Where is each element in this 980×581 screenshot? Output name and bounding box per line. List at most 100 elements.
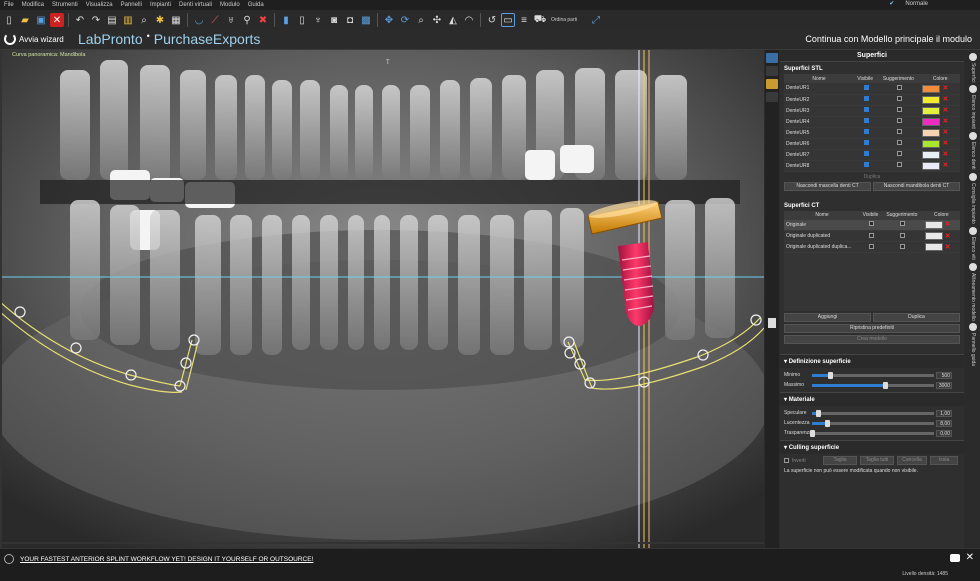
new-file-icon[interactable]: ▯: [2, 13, 16, 27]
ct-row[interactable]: Originale duplicated duplica... ✕: [784, 241, 960, 253]
model-icon[interactable]: ▩: [359, 13, 373, 27]
col-nome[interactable]: Nome: [784, 74, 854, 83]
zoom-search-icon[interactable]: ⌕: [137, 13, 151, 27]
hint-checkbox[interactable]: [896, 107, 902, 112]
view-preset-icon[interactable]: [766, 79, 778, 89]
stl-row[interactable]: DenteUR4 ✕: [784, 116, 960, 128]
visible-checkbox[interactable]: [863, 84, 869, 90]
delete-icon[interactable]: ✕: [942, 107, 948, 114]
color-swatch[interactable]: [924, 243, 943, 252]
culling-header[interactable]: ▾ Culling superficie: [780, 440, 964, 454]
visible-checkbox[interactable]: [863, 151, 869, 156]
view-preset-icon[interactable]: [766, 53, 778, 63]
continue-module-button[interactable]: Continua con Modello principale il modul…: [805, 34, 972, 44]
layout-icon[interactable]: ▭: [501, 13, 515, 27]
menu-impianti[interactable]: Impianti: [146, 2, 175, 8]
panoramic-viewport[interactable]: T Curva panoramica: Mandibola: [0, 50, 764, 548]
ct-row[interactable]: Originale ✕: [784, 219, 960, 231]
visible-checkbox[interactable]: [869, 232, 875, 238]
slice-slider-handle[interactable]: [768, 318, 776, 328]
stl-row[interactable]: DenteUR3 ✕: [784, 105, 960, 117]
tab-implant-list[interactable]: Elenco impianti: [966, 82, 980, 129]
pan-icon[interactable]: ✣: [430, 13, 444, 27]
mode-indicator[interactable]: ✔ Normale: [885, 0, 932, 8]
duplica-stl-button[interactable]: Duplica: [784, 174, 960, 180]
promo-banner-text[interactable]: YOUR FASTEST ANTERIOR SPLINT WORKFLOW YE…: [20, 556, 313, 563]
nerve-icon[interactable]: ⟋: [208, 13, 222, 27]
material-slider[interactable]: [812, 409, 934, 417]
ruler-icon[interactable]: ◭: [446, 13, 460, 27]
add-surface-button[interactable]: Aggiungi: [784, 313, 871, 322]
col-nome[interactable]: Nome: [784, 210, 860, 220]
rotate-view-icon[interactable]: ⟳: [398, 13, 412, 27]
delete-icon[interactable]: ✕: [942, 118, 948, 125]
delete-icon[interactable]: ✕: [942, 85, 948, 92]
hint-checkbox[interactable]: [896, 129, 902, 134]
menu-guida[interactable]: Guida: [244, 2, 268, 8]
hint-checkbox[interactable]: [900, 232, 906, 238]
open-folder-icon[interactable]: ▰: [18, 13, 32, 27]
zoom-icon[interactable]: ⌕: [414, 13, 428, 27]
isolate-button[interactable]: Isola: [930, 456, 958, 465]
move-icon[interactable]: ✥: [382, 13, 396, 27]
invert-checkbox[interactable]: [784, 458, 789, 463]
delete-icon[interactable]: ✕: [945, 221, 951, 228]
slice-icon[interactable]: ≡: [517, 13, 531, 27]
sleeve-icon[interactable]: ◙: [327, 13, 341, 27]
color-swatch[interactable]: [924, 232, 943, 241]
material-value[interactable]: 8,00: [936, 419, 952, 427]
fullscreen-icon[interactable]: ⤢: [589, 13, 603, 27]
hint-checkbox[interactable]: [900, 243, 906, 249]
min-value[interactable]: 500: [936, 371, 952, 379]
stl-row[interactable]: DenteUR6 ✕: [784, 138, 960, 150]
tab-teeth-list[interactable]: Elenco denti: [966, 129, 980, 170]
undo-icon[interactable]: ↶: [73, 13, 87, 27]
stl-row[interactable]: DenteUR8 ✕: [784, 160, 960, 172]
save-icon[interactable]: ▣: [34, 13, 48, 27]
wizard-button[interactable]: Avvia wizard: [4, 33, 64, 45]
tooth-stl-icon[interactable]: ♆: [311, 13, 325, 27]
tab-screw-list[interactable]: Elenco viti: [966, 224, 980, 260]
menu-modulo[interactable]: Modulo: [216, 2, 244, 8]
visible-checkbox[interactable]: [869, 221, 875, 227]
implant-icon[interactable]: ▮: [279, 13, 293, 27]
tooth-remove-icon[interactable]: ✖: [256, 13, 270, 27]
abutment-icon[interactable]: ▯: [295, 13, 309, 27]
crown-icon[interactable]: ⚲: [240, 13, 254, 27]
redo-icon[interactable]: ↷: [89, 13, 103, 27]
report-icon[interactable]: ▤: [105, 13, 119, 27]
menu-strumenti[interactable]: Strumenti: [48, 2, 82, 8]
tab-suggest-implant[interactable]: Consiglia impianto: [966, 170, 980, 224]
delete-icon[interactable]: ✕: [945, 233, 951, 240]
menu-visualizza[interactable]: Visualizza: [82, 2, 117, 8]
hint-checkbox[interactable]: [896, 96, 902, 101]
color-swatch[interactable]: [922, 106, 941, 115]
view-preset-icon[interactable]: [766, 92, 778, 102]
col-colore[interactable]: Colore: [920, 74, 960, 83]
angle-icon[interactable]: ◠: [462, 13, 476, 27]
stl-row[interactable]: DenteUR2 ✕: [784, 94, 960, 106]
stl-row[interactable]: DenteUR5 ✕: [784, 127, 960, 139]
max-value[interactable]: 3000: [936, 381, 952, 389]
col-visibile[interactable]: Visibile: [854, 74, 877, 83]
delete-icon[interactable]: ✕: [945, 244, 951, 251]
close-banner-icon[interactable]: ✕: [966, 552, 974, 563]
material-header[interactable]: ▾ Materiale: [780, 392, 964, 406]
min-slider[interactable]: [812, 371, 934, 379]
visible-checkbox[interactable]: [869, 243, 875, 249]
col-visibile[interactable]: Visibile: [860, 210, 882, 220]
cart-icon[interactable]: ⛟: [533, 13, 547, 27]
visible-checkbox[interactable]: [863, 118, 869, 123]
guide-icon[interactable]: ◘: [343, 13, 357, 27]
hint-checkbox[interactable]: [896, 118, 902, 123]
color-swatch[interactable]: [924, 221, 943, 230]
hint-checkbox[interactable]: [896, 162, 902, 167]
col-suggerimento[interactable]: Suggerimento: [881, 210, 923, 220]
delete-icon[interactable]: ✕: [942, 151, 948, 158]
tab-surfaces[interactable]: Superfici: [966, 50, 980, 82]
material-slider[interactable]: [812, 419, 934, 427]
delete-button[interactable]: Cancella: [897, 456, 927, 465]
menu-pannelli[interactable]: Pannelli: [117, 2, 146, 8]
delete-icon[interactable]: ✕: [942, 129, 948, 136]
definition-header[interactable]: ▾ Definizione superficie: [780, 354, 964, 368]
